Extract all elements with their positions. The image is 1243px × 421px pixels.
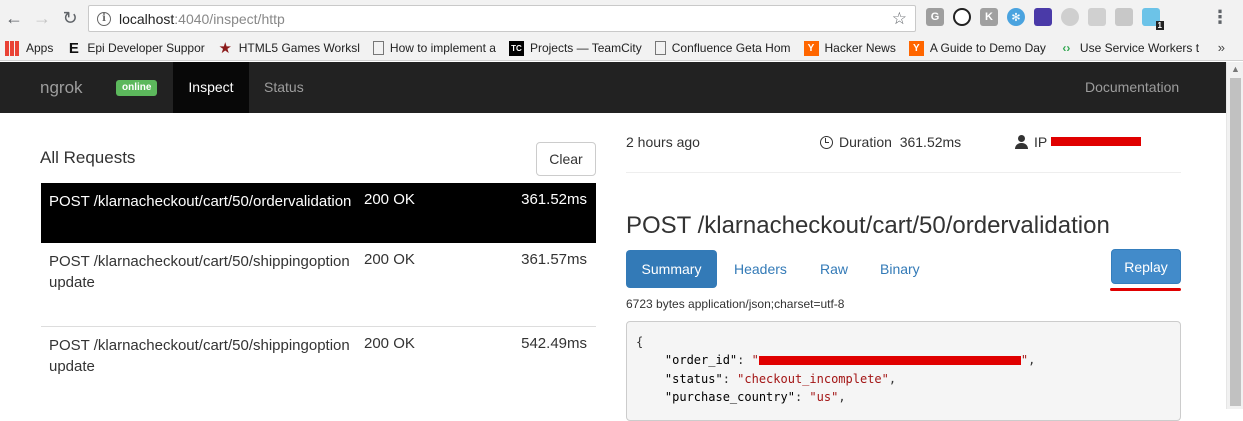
request-duration: 361.57ms — [521, 251, 587, 268]
bookmark-label: Projects — TeamCity — [529, 41, 642, 55]
more-bookmarks-chevron-icon[interactable]: » — [1218, 40, 1225, 55]
bookmark-label: Epi Developer Suppor — [87, 41, 205, 55]
clock-icon — [820, 135, 833, 149]
address-bar[interactable]: i localhost:4040/inspect/http ☆ — [88, 5, 916, 32]
request-path: POST /klarnacheckout/cart/50/shippingopt… — [49, 253, 350, 291]
page-scrollbar[interactable]: ▲ — [1226, 62, 1243, 409]
bookmark-star-icon[interactable]: ☆ — [892, 9, 907, 29]
extension-pdf-icon[interactable] — [1088, 8, 1106, 26]
url-path: :4040/inspect/http — [174, 10, 285, 27]
bookmark-service-workers[interactable]: ‹› Use Service Workers t — [1059, 41, 1199, 56]
request-ip-meta: IP — [1015, 134, 1047, 150]
json-line: { — [636, 335, 644, 349]
extension-chart-icon[interactable] — [1034, 8, 1052, 26]
duration-value: 361.52ms — [899, 134, 962, 150]
extension-g-icon[interactable]: G — [926, 8, 944, 26]
json-line: "status": "checkout_incomplete", — [664, 372, 897, 386]
tab-summary[interactable]: Summary — [626, 250, 717, 288]
bookmark-how-to[interactable]: How to implement a — [372, 41, 496, 55]
duration-label: Duration — [839, 134, 892, 150]
request-duration: 361.52ms — [521, 191, 587, 208]
bookmark-label: Apps — [26, 41, 54, 55]
nav-inspect[interactable]: Inspect — [173, 62, 249, 113]
google-dev-icon: ‹› — [1062, 41, 1071, 55]
tab-headers[interactable]: Headers — [734, 250, 787, 288]
request-status: 200 OK — [364, 335, 415, 352]
bookmark-confluence[interactable]: Confluence Geta Hom — [654, 41, 791, 55]
browser-menu-icon[interactable]: ⋮ — [1211, 7, 1229, 28]
extension-chat-icon[interactable] — [1115, 8, 1133, 26]
clear-button[interactable]: Clear — [536, 142, 596, 176]
request-row[interactable]: POST /klarnacheckout/cart/50/shippingopt… — [41, 327, 596, 411]
request-path: POST /klarnacheckout/cart/50/shippingopt… — [49, 337, 350, 375]
json-body-viewer[interactable]: { "order_id": " ", "status": "checkout_in… — [626, 321, 1181, 421]
extension-icons: G K ✻ 1 — [926, 8, 1164, 30]
user-icon — [1015, 135, 1028, 149]
extension-snowflake-icon[interactable]: ✻ — [1007, 8, 1025, 26]
bookmarks-bar: Apps E Epi Developer Suppor ★ HTML5 Game… — [0, 36, 1243, 61]
body-size-info: 6723 bytes application/json;charset=utf-… — [626, 297, 845, 311]
extension-robot-icon[interactable]: 1 — [1142, 8, 1164, 30]
reload-icon[interactable]: ↻ — [56, 4, 84, 32]
browser-toolbar: ← → ↻ i localhost:4040/inspect/http ☆ G … — [0, 0, 1243, 36]
back-arrow-icon[interactable]: ← — [0, 4, 28, 32]
bookmark-label: A Guide to Demo Day — [929, 41, 1046, 55]
nav-status[interactable]: Status — [264, 62, 304, 113]
tab-binary[interactable]: Binary — [880, 250, 920, 288]
request-title: POST /klarnacheckout/cart/50/ordervalida… — [626, 212, 1110, 239]
json-line: "purchase_country": "us", — [664, 390, 846, 404]
bookmark-label: Hacker News — [824, 41, 896, 55]
page-icon — [372, 41, 384, 55]
extension-badge: 1 — [1155, 21, 1164, 30]
request-row[interactable]: POST /klarnacheckout/cart/50/shippingopt… — [41, 243, 596, 327]
bookmark-demo-day[interactable]: Y A Guide to Demo Day — [908, 40, 1046, 56]
json-line: "order_id": " ", — [664, 353, 1036, 367]
request-status: 200 OK — [364, 251, 415, 268]
extension-leaf-icon[interactable] — [1061, 8, 1079, 26]
bookmark-label: Confluence Geta Hom — [671, 41, 791, 55]
bookmark-html5-games[interactable]: ★ HTML5 Games Worksl — [218, 41, 360, 56]
request-time-ago: 2 hours ago — [626, 134, 700, 150]
bookmark-hacker-news[interactable]: Y Hacker News — [803, 40, 896, 56]
teamcity-icon: TC — [508, 40, 524, 56]
bookmark-apps[interactable]: Apps — [5, 40, 54, 56]
hacker-news-y-icon: Y — [908, 40, 924, 56]
request-path: POST /klarnacheckout/cart/50/ordervalida… — [49, 193, 352, 210]
info-icon[interactable]: i — [97, 11, 111, 26]
replay-button[interactable]: Replay — [1111, 249, 1181, 284]
apps-grid-icon — [5, 40, 20, 56]
replay-highlight-mark — [1110, 288, 1181, 291]
star-icon: ★ — [218, 40, 232, 56]
nav-documentation[interactable]: Documentation — [1085, 62, 1179, 113]
ip-label: IP — [1034, 134, 1048, 150]
bookmark-label: HTML5 Games Worksl — [238, 41, 360, 55]
page-icon — [654, 41, 666, 55]
request-row-selected[interactable]: POST /klarnacheckout/cart/50/ordervalida… — [41, 183, 596, 243]
forward-arrow-icon[interactable]: → — [28, 4, 56, 32]
divider — [626, 172, 1181, 173]
bookmark-epi[interactable]: E Epi Developer Suppor — [66, 40, 205, 56]
tab-raw[interactable]: Raw — [820, 250, 848, 288]
extension-target-icon[interactable] — [953, 8, 971, 26]
epi-e-icon: E — [68, 40, 79, 56]
requests-heading: All Requests — [40, 148, 136, 167]
redacted-order-id-mark — [758, 356, 1021, 365]
brand[interactable]: ngrok — [40, 78, 83, 98]
scroll-up-arrow-icon[interactable]: ▲ — [1231, 64, 1240, 74]
ngrok-navbar: ngrok online Inspect Status Documentatio… — [0, 62, 1226, 113]
request-status: 200 OK — [364, 191, 415, 208]
bookmark-label: How to implement a — [389, 41, 496, 55]
request-duration: 542.49ms — [521, 335, 587, 352]
status-badge: online — [116, 80, 158, 96]
redacted-ip-mark — [1051, 137, 1141, 146]
request-duration-meta: Duration 361.52ms — [820, 134, 961, 150]
extension-k-icon[interactable]: K — [980, 8, 998, 26]
bookmark-teamcity[interactable]: TC Projects — TeamCity — [508, 40, 642, 56]
url-host: localhost — [119, 10, 175, 27]
hacker-news-y-icon: Y — [803, 40, 819, 56]
scroll-thumb[interactable] — [1230, 78, 1241, 406]
bookmark-label: Use Service Workers t — [1079, 41, 1200, 55]
